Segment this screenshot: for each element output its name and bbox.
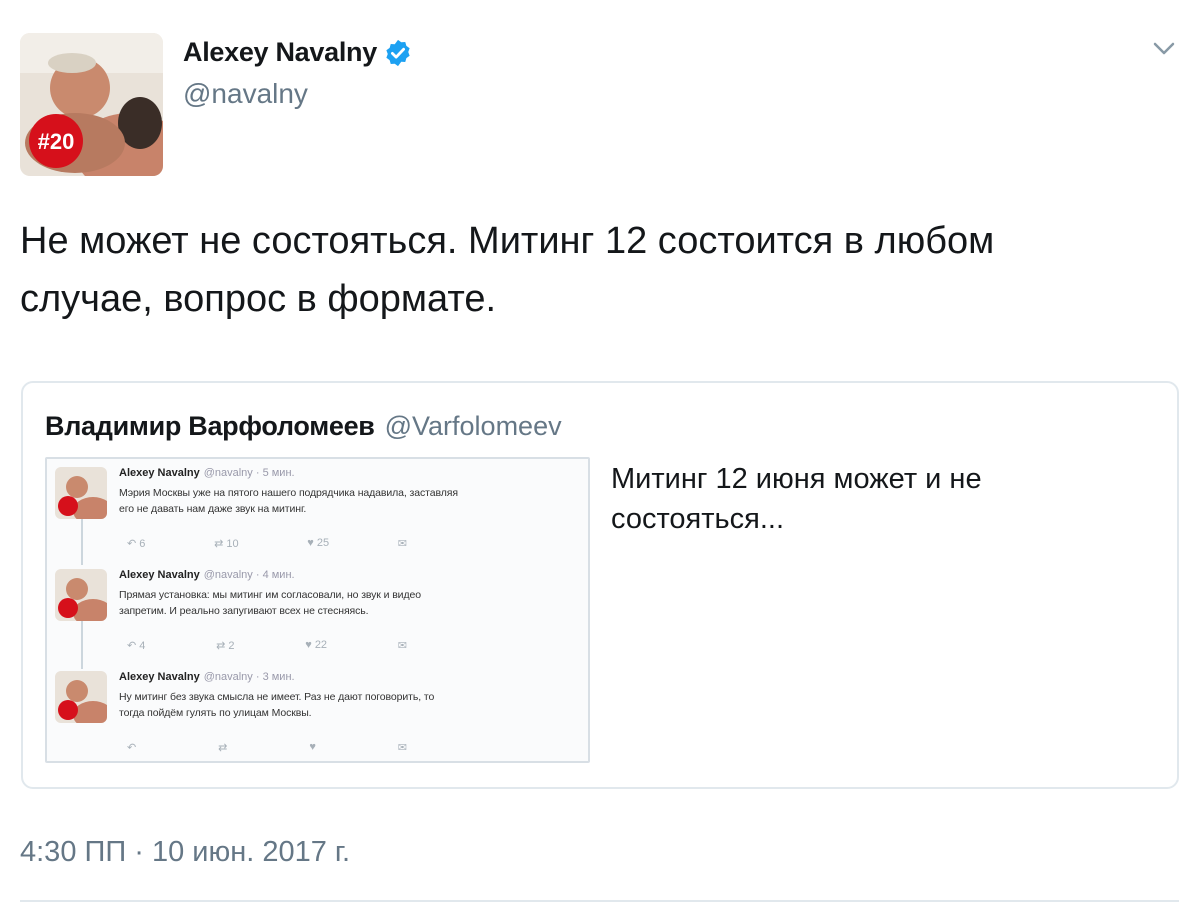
embedded-author-name: Alexey Navalny (119, 467, 200, 479)
divider (20, 900, 1179, 902)
embedded-actions: ↶ 6 ⇄ 10 ♥ 25 ✉ (127, 537, 407, 550)
verified-badge-icon (386, 39, 410, 66)
embedded-text-line: его не давать нам даже звук на митинг. (119, 503, 307, 515)
author-name[interactable]: Alexey Navalny (183, 37, 377, 68)
embedded-meta: @navalny · 3 мин. (203, 671, 295, 683)
retweet-icon: ⇄ 2 (216, 640, 235, 652)
embedded-tweet: Alexey Navalny @navalny · 3 мин. Ну митин… (53, 669, 583, 761)
embedded-meta: @navalny · 5 мин. (203, 467, 295, 479)
quoted-author-handle: @Varfolomeev (384, 411, 562, 441)
embedded-author-name: Alexey Navalny (119, 671, 200, 683)
reply-icon: ↶ 4 (127, 640, 146, 652)
embedded-avatar (55, 671, 107, 723)
quoted-tweet-text: Митинг 12 июня может и не состояться... (611, 463, 982, 535)
quoted-tweet-header: Владимир Варфоломеев @Varfolomeev (45, 411, 562, 442)
embedded-actions: ↶ 4 ⇄ 2 ♥ 22 ✉ (127, 639, 407, 652)
embedded-meta: @navalny · 4 мин. (203, 569, 295, 581)
retweet-icon: ⇄ (218, 742, 228, 754)
embedded-tweet: Alexey Navalny @navalny · 4 мин. Прямая у… (53, 567, 583, 667)
dm-icon: ✉ (397, 742, 407, 754)
quoted-tweet-card[interactable]: Владимир Варфоломеев @Varfolomeev Alexey… (21, 381, 1179, 789)
author-avatar[interactable]: #20 (20, 33, 163, 176)
embedded-avatar (55, 467, 107, 519)
tweet-timestamp[interactable]: 4:30 ПП · 10 июн. 2017 г. (20, 836, 350, 869)
quoted-tweet-image[interactable]: Alexey Navalny @navalny · 5 мин. Мэрия Мо… (45, 457, 590, 763)
dm-icon: ✉ (397, 538, 407, 550)
embedded-author-name: Alexey Navalny (119, 569, 200, 581)
retweet-icon: ⇄ 10 (214, 538, 239, 550)
embedded-text-line: Мэрия Москвы уже на пятого нашего подряд… (119, 487, 458, 499)
like-icon: ♥ 25 (307, 537, 330, 549)
like-icon: ♥ (309, 741, 316, 753)
chevron-down-icon[interactable] (1152, 40, 1176, 58)
embedded-avatar (55, 569, 107, 621)
like-icon: ♥ 22 (305, 639, 328, 651)
reply-icon: ↶ (127, 742, 137, 754)
embedded-text-line: запретим. И реально запугивают всех не с… (119, 605, 369, 617)
embedded-text-line: Ну митинг без звука смысла не имеет. Раз… (119, 691, 435, 703)
embedded-text-line: тогда пойдём гулять по улицам Москвы. (119, 707, 312, 719)
reply-icon: ↶ 6 (127, 538, 146, 550)
author-handle[interactable]: @navalny (183, 78, 308, 110)
quoted-author-name: Владимир Варфоломеев (45, 411, 375, 441)
dm-icon: ✉ (397, 640, 407, 652)
embedded-actions: ↶ ⇄ ♥ ✉ (127, 741, 407, 754)
author-name-row[interactable]: Alexey Navalny (183, 37, 413, 68)
tweet-text: Не может не состояться. Митинг 12 состои… (20, 220, 995, 320)
embedded-tweet: Alexey Navalny @navalny · 5 мин. Мэрия Мо… (53, 465, 583, 565)
avatar-badge-label: #20 (38, 129, 75, 154)
embedded-text-line: Прямая установка: мы митинг им согласова… (119, 589, 421, 601)
avatar-image: #20 (20, 33, 163, 176)
